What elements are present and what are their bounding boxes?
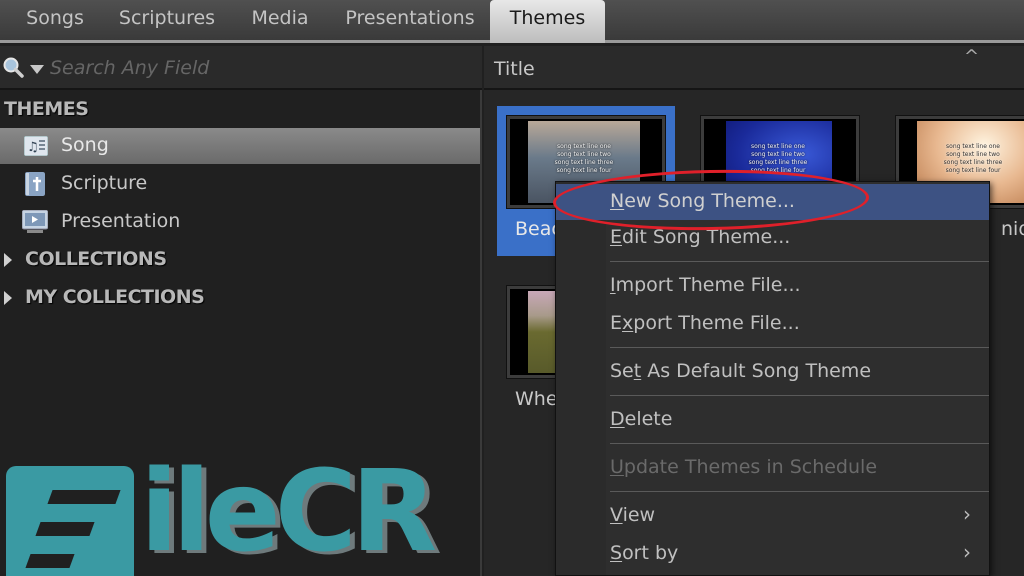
search-icon[interactable] [2,56,24,78]
theme-label: Whe [515,388,558,410]
svg-text:♫: ♫ [27,140,39,155]
menu-item-sort-by[interactable]: Sort by › [556,536,989,572]
sidebar-item-my-collections[interactable]: MY COLLECTIONS [0,280,480,316]
menu-item-label: Delete [610,408,673,430]
expand-arrow-icon[interactable] [4,253,12,267]
presentation-theme-icon [22,210,48,233]
menu-separator [610,443,989,444]
sort-ascending-icon: ^ [964,46,980,67]
column-title: Title [494,58,535,80]
search-input[interactable] [50,54,470,82]
menu-separator [610,261,989,262]
search-options-dropdown-icon[interactable] [30,65,44,74]
thumbnail-text: song text line one song text line two son… [943,143,1003,174]
watermark-logo-icon [6,466,134,576]
song-theme-icon: ♫ [24,136,48,156]
tab-media[interactable]: Media [238,0,322,40]
context-menu: New Song Theme... Edit Song Theme... Imp… [555,181,990,576]
tab-presentations[interactable]: Presentations [334,0,486,40]
tab-bar: Songs Scriptures Media Presentations The… [0,0,1024,43]
sidebar-item-label: Scripture [61,172,148,194]
menu-separator [610,347,989,348]
filecr-watermark: ileCR [4,456,474,576]
menu-item-import-theme-file[interactable]: Import Theme File... [556,268,989,304]
menu-item-view[interactable]: View › [556,498,989,534]
menu-item-label: Update Themes in Schedule [610,456,878,478]
menu-item-label: New Song Theme... [610,190,795,212]
sidebar-item-presentation[interactable]: Presentation [0,204,480,240]
thumbnail-text: song text line one song text line two son… [554,143,614,174]
search-bar [0,46,482,90]
sidebar-item-label: Song [61,134,109,156]
menu-item-update-themes-in-schedule: Update Themes in Schedule [556,450,989,486]
menu-item-new-song-theme[interactable]: New Song Theme... [556,184,989,220]
tab-themes[interactable]: Themes [490,0,605,43]
themes-section-header: THEMES [4,98,89,120]
menu-item-label: Export Theme File... [610,312,800,334]
sidebar-item-scripture[interactable]: Scripture [0,166,480,202]
my-collections-label: MY COLLECTIONS [25,286,205,308]
menu-item-export-theme-file[interactable]: Export Theme File... [556,306,989,342]
menu-item-label: Set As Default Song Theme [610,360,872,382]
theme-label: nior [1001,218,1024,240]
menu-separator [610,395,989,396]
menu-item-label: Import Theme File... [610,274,801,296]
tab-songs[interactable]: Songs [10,0,100,40]
menu-item-edit-song-theme[interactable]: Edit Song Theme... [556,220,989,256]
collections-label: COLLECTIONS [25,248,167,270]
sidebar-item-song[interactable]: ♫ Song [0,128,480,164]
menu-item-set-default-theme[interactable]: Set As Default Song Theme [556,354,989,390]
submenu-arrow-icon: › [963,502,971,526]
scripture-theme-icon [25,172,45,196]
column-header[interactable]: Title ^ [484,46,1024,90]
menu-item-label: Edit Song Theme... [610,226,791,248]
menu-separator [610,491,989,492]
expand-arrow-icon[interactable] [4,291,12,305]
watermark-text: ileCR [140,447,437,576]
sidebar-item-label: Presentation [61,210,181,232]
thumbnail-text: song text line one song text line two son… [748,143,808,174]
submenu-arrow-icon: › [963,540,971,564]
menu-item-label: Sort by [610,542,679,564]
tab-scriptures[interactable]: Scriptures [108,0,226,40]
menu-item-label: View [610,504,656,526]
menu-item-delete[interactable]: Delete [556,402,989,438]
sidebar-item-collections[interactable]: COLLECTIONS [0,242,480,278]
